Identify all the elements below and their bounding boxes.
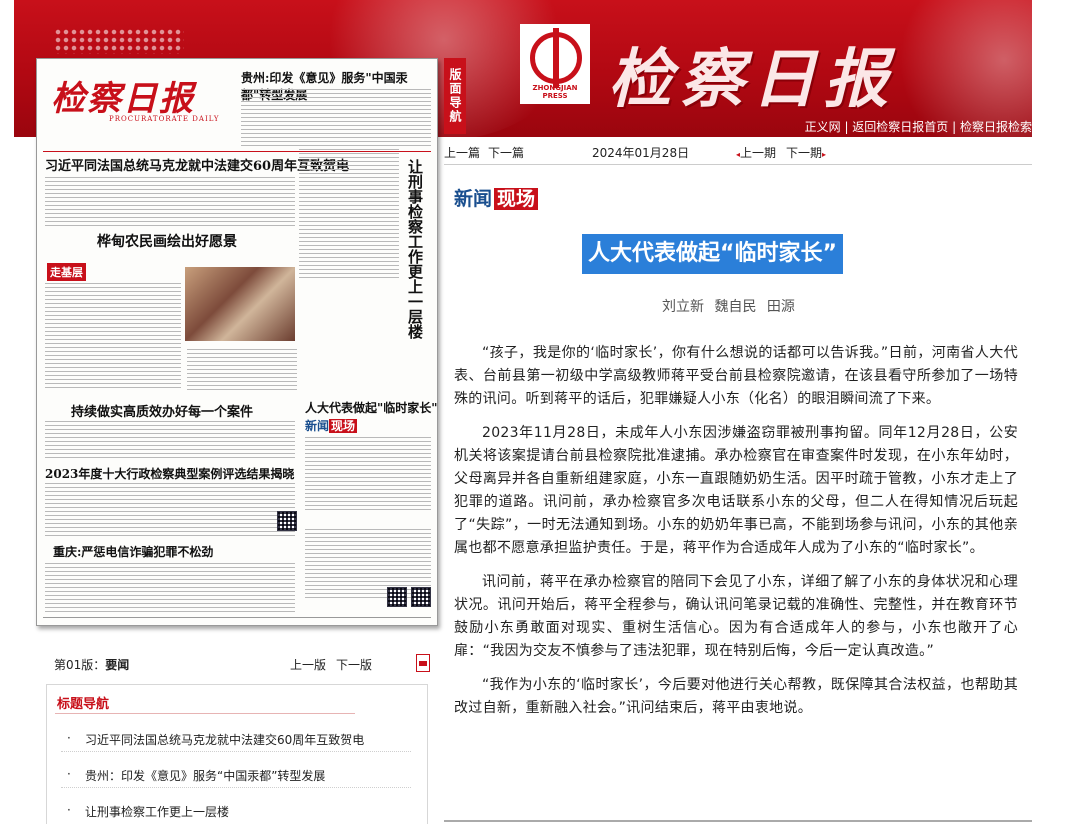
thumb-red-tag: 走基层 [47,263,86,281]
thumb-text-block [187,349,297,393]
prev-page-link[interactable]: 上一版 [290,656,326,673]
qr-code-icon [411,587,431,607]
thumb-text-block [45,563,295,613]
title-nav-header: 标题导航 [57,697,110,712]
triangle-right-icon: ▸ [822,150,827,159]
title-navigation: 标题导航 习近平同法国总统马克龙就中法建交60周年互致贺电 贵州：印发《意见》服… [46,684,428,824]
masthead-title: 检察日报 [608,42,896,117]
thumb-text-block [299,149,399,279]
thumb-text-block [45,483,295,539]
banner-links: 正义网 | 返回检察日报首页 | 检察日报检索 [804,120,1032,134]
thumb-rule [43,617,431,618]
next-article-link[interactable]: 下一篇 [488,144,524,161]
article-body: “孩子，我是你的‘临时家长’，你有什么想说的话都可以告诉我。”日前，河南省人大代… [454,342,1018,731]
column-logo: 新闻 现场 [454,184,539,212]
newspaper-page-thumbnail[interactable]: 检察日报 PROCURATORATE DAILY 贵州:印发《意见》服务"中国汞… [36,58,438,626]
title-nav-divider [55,713,355,714]
thumb-masthead: 检察日报 [51,79,195,119]
article-top-nav: 上一篇 下一篇 2024年01月28日 ◂上一期 下一期▸ [444,144,1032,166]
thumb-text-block [305,437,431,513]
next-page-link[interactable]: 下一版 [336,656,372,673]
thumb-column-tag: 新闻 现场 [305,419,358,433]
pdf-download-icon[interactable] [416,654,430,672]
thumb-text-block [45,421,295,461]
publisher-logo[interactable]: ZHONGJIAN PRESS [520,24,590,104]
article-bottom-rule [444,820,1032,822]
article-paragraph: 讯问前，蒋平在承办检察官的陪同下会见了小东，详细了解了小东的身体状况和心理状况。… [454,574,1018,659]
banner-glow [894,0,1032,137]
link-search[interactable]: 检察日报检索 [960,120,1032,134]
banner-dots [54,28,184,54]
link-home[interactable]: 返回检察日报首页 [852,120,948,134]
thumb-text-block [45,283,181,391]
thumb-headline-2[interactable]: 桦甸农民画绘出好愿景 [97,231,237,251]
article-paragraph: 2023年11月28日，未成年人小东因涉嫌盗窃罪被刑事拘留。同年12月28日，公… [454,425,1018,556]
prev-article-link[interactable]: 上一篇 [444,144,480,161]
logo-bar [553,28,559,88]
article-title: 人大代表做起“临时家长” [582,234,843,274]
qr-code-icon [277,511,297,531]
page-margin [1032,0,1074,824]
thumb-headline-5[interactable]: 重庆:严惩电信诈骗犯罪不松劲 [53,543,213,560]
title-nav-separator [61,751,411,752]
thumb-headline-4[interactable]: 2023年度十大行政检察典型案例评选结果揭晓 [45,465,294,482]
article-paragraph: “孩子，我是你的‘临时家长’，你有什么想说的话都可以告诉我。”日前，河南省人大代… [454,345,1018,407]
article-paragraph: “我作为小东的‘临时家长’，今后要对他进行关心帮教，既保障其合法权益，也帮助其改… [454,677,1018,716]
issue-date: 2024年01月28日 [592,146,690,160]
thumb-photo [185,267,295,341]
article-top-nav-rule [444,164,1032,165]
thumb-headline-6[interactable]: 人大代表做起"临时家长" [305,399,437,416]
link-zhengyi[interactable]: 正义网 [805,120,841,134]
next-issue-link[interactable]: 下一期▸ [786,144,826,161]
layout-nav-tag[interactable]: 版面导航 [444,58,466,134]
prev-issue-link[interactable]: ◂上一期 [736,144,776,161]
thumb-headline-3[interactable]: 持续做实高质效办好每一个案件 [71,401,253,420]
title-nav-separator [61,787,411,788]
thumb-text-block [241,89,431,147]
page-navigation: 第01版：要闻 上一版 下一版 [54,654,432,673]
page-label: 第01版：要闻 [54,658,130,672]
qr-code-icon [387,587,407,607]
thumb-sub: PROCURATORATE DAILY [109,115,220,123]
logo-text: ZHONGJIAN PRESS [532,84,578,100]
article-authors: 刘立新 魏自民 田源 [662,299,795,315]
thumb-text-block [45,177,295,229]
thumb-vertical-headline[interactable]: 让刑事检察工作更上一层楼 [405,159,426,399]
